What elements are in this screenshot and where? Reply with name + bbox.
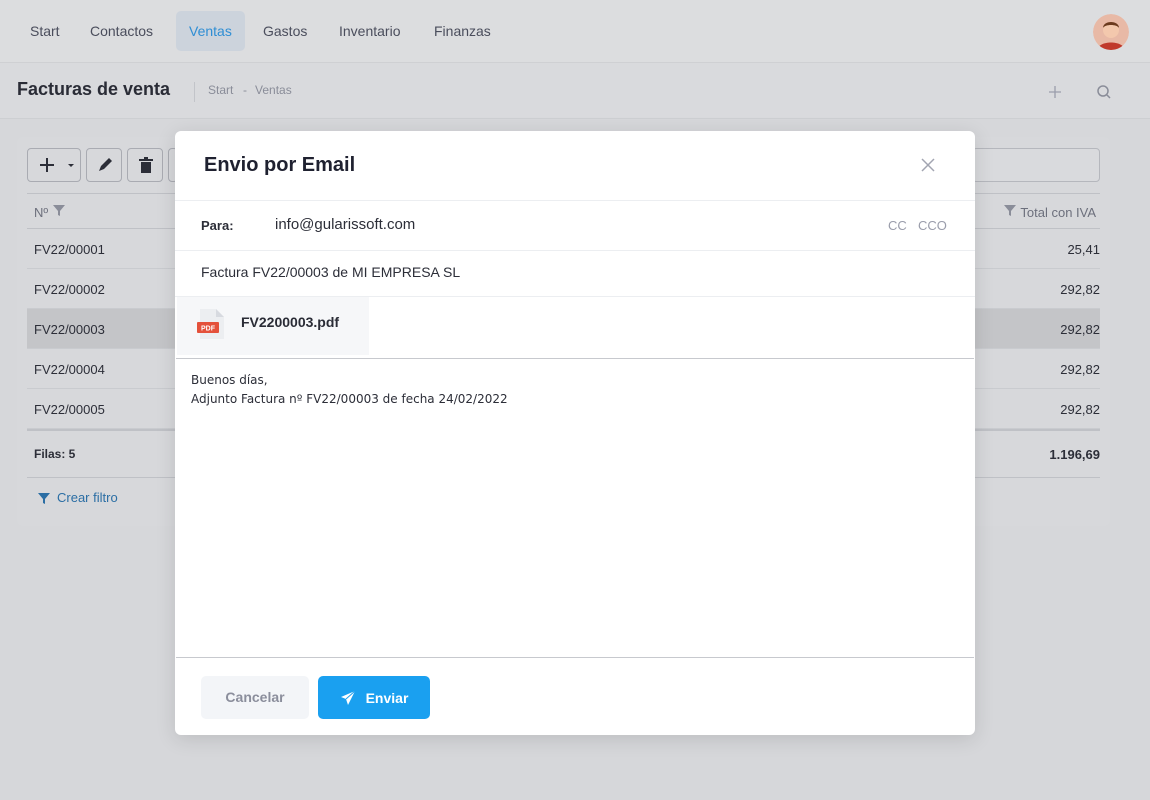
- modal-title: Envio por Email: [204, 154, 356, 176]
- divider: [175, 200, 975, 201]
- sub-header: Facturas de venta Start - Ventas: [0, 63, 1150, 119]
- breadcrumb-start[interactable]: Start: [208, 83, 233, 97]
- title-divider: [194, 82, 195, 102]
- top-nav: Start Contactos Ventas Gastos Inventario…: [0, 0, 1150, 63]
- page-title: Facturas de venta: [17, 79, 171, 99]
- send-label: Enviar: [365, 689, 409, 706]
- breadcrumb-ventas[interactable]: Ventas: [255, 83, 292, 97]
- column-header-total-label: Total con IVA: [1020, 205, 1097, 220]
- email-modal: Envio por Email Para: info@gularissoft.c…: [175, 131, 975, 735]
- cco-link[interactable]: CCO: [918, 218, 947, 233]
- invoice-total: 292,82: [1060, 402, 1100, 417]
- table-search-input[interactable]: [972, 148, 1100, 182]
- invoice-number: FV22/00001: [34, 242, 105, 257]
- user-avatar[interactable]: [1093, 14, 1129, 50]
- send-icon: [340, 690, 355, 705]
- invoice-total: 292,82: [1060, 282, 1100, 297]
- nav-item-finanzas[interactable]: Finanzas: [421, 11, 504, 51]
- invoice-total: 292,82: [1060, 322, 1100, 337]
- nav-item-gastos[interactable]: Gastos: [250, 11, 320, 51]
- filter-icon: [38, 492, 50, 504]
- divider: [175, 250, 975, 251]
- cc-link[interactable]: CC: [888, 218, 907, 233]
- edit-button[interactable]: [86, 148, 122, 182]
- plus-icon[interactable]: [1044, 81, 1066, 103]
- row-count: Filas: 5: [34, 447, 76, 461]
- filter-icon[interactable]: [1003, 203, 1017, 217]
- column-header-total[interactable]: Total con IVA: [1003, 203, 1096, 220]
- nav-item-ventas[interactable]: Ventas: [176, 11, 245, 51]
- attachment-name: FV2200003.pdf: [241, 314, 340, 330]
- invoice-number: FV22/00003: [34, 322, 105, 337]
- body-line: Buenos días,: [191, 373, 268, 387]
- delete-button[interactable]: [127, 148, 163, 182]
- cancel-button[interactable]: Cancelar: [201, 676, 309, 719]
- column-header-num[interactable]: Nº: [34, 203, 66, 220]
- invoice-total: 25,41: [1067, 242, 1100, 257]
- nav-item-start[interactable]: Start: [17, 11, 73, 51]
- create-filter-link[interactable]: Crear filtro: [37, 490, 118, 505]
- add-dropdown-button[interactable]: [27, 148, 81, 182]
- pdf-file-icon: PDF: [197, 309, 224, 339]
- to-field[interactable]: info@gularissoft.com: [275, 216, 415, 233]
- create-filter-label: Crear filtro: [57, 490, 118, 505]
- invoice-number: FV22/00004: [34, 362, 105, 377]
- nav-item-inventario[interactable]: Inventario: [326, 11, 413, 51]
- attachment-chip[interactable]: PDF FV2200003.pdf: [177, 297, 369, 355]
- nav-item-contactos[interactable]: Contactos: [77, 11, 166, 51]
- invoice-number: FV22/00002: [34, 282, 105, 297]
- invoice-total: 292,82: [1060, 362, 1100, 377]
- close-icon[interactable]: [919, 156, 937, 174]
- pdf-badge: PDF: [201, 326, 216, 333]
- subject-field[interactable]: Factura FV22/00003 de MI EMPRESA SL: [201, 264, 460, 280]
- footer-total: 1.196,69: [1049, 447, 1100, 462]
- invoice-number: FV22/00005: [34, 402, 105, 417]
- to-label: Para:: [201, 218, 234, 233]
- search-icon[interactable]: [1093, 81, 1115, 103]
- column-header-num-label: Nº: [34, 205, 49, 220]
- body-line: Adjunto Factura nº FV22/00003 de fecha 2…: [191, 392, 508, 406]
- email-body-editor[interactable]: Buenos días, Adjunto Factura nº FV22/000…: [176, 358, 974, 658]
- filter-icon[interactable]: [52, 203, 66, 217]
- send-button[interactable]: Enviar: [318, 676, 430, 719]
- breadcrumb-separator: -: [243, 83, 247, 97]
